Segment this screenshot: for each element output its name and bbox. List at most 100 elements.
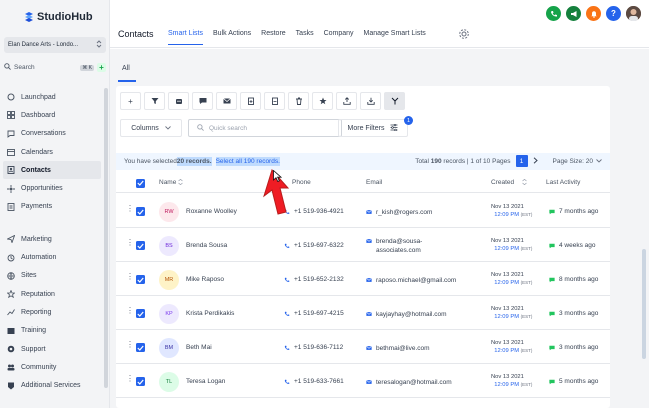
contact-name[interactable]: Beth Mai [186, 344, 212, 351]
help-icon[interactable]: ? [606, 6, 621, 21]
table-row[interactable]: ⋮ BS Brenda Sousa +1 519-697-6322 brenda@sou… [116, 228, 610, 262]
tag-add-button[interactable] [240, 92, 261, 110]
avatar[interactable]: BM [159, 338, 179, 358]
row-checkbox[interactable] [136, 275, 145, 284]
row-checkbox[interactable] [136, 377, 145, 386]
column-header-phone[interactable]: Phone [292, 179, 311, 186]
contact-email[interactable]: kayjayhay@hotmail.com [366, 310, 447, 319]
sidebar-item-training[interactable]: Training [0, 322, 104, 340]
gear-icon[interactable] [458, 28, 470, 40]
delete-button[interactable] [288, 92, 309, 110]
contact-email[interactable]: brenda@sousa-associates.com [366, 237, 422, 256]
avatar[interactable]: RW [159, 202, 179, 222]
tag-remove-button[interactable] [264, 92, 285, 110]
sidebar-item-launchpad[interactable]: Launchpad [0, 88, 104, 106]
contact-phone[interactable]: +1 519-697-6322 [284, 242, 344, 249]
contact-phone[interactable]: +1 519-636-7112 [284, 344, 343, 351]
list-tab-all[interactable]: All [122, 65, 130, 72]
sidebar-item-dashboard[interactable]: Dashboard [0, 106, 104, 124]
contact-email[interactable]: bethmai@live.com [366, 344, 430, 353]
sidebar-item-support[interactable]: Support [0, 340, 104, 358]
drag-handle-icon[interactable]: ⋮ [126, 205, 134, 213]
tab-smart-lists[interactable]: Smart Lists [168, 30, 204, 45]
account-switcher[interactable]: Elan Dance Arts - Londo... [4, 37, 106, 53]
drag-handle-icon[interactable]: ⋮ [126, 273, 134, 281]
sidebar-item-calendars[interactable]: Calendars [0, 143, 104, 161]
row-checkbox[interactable] [136, 343, 145, 352]
contact-phone[interactable]: +1 519-697-4215 [284, 310, 344, 317]
tab-company[interactable]: Company [324, 30, 354, 45]
column-header-last-activity[interactable]: Last Activity [546, 179, 580, 186]
merge-button[interactable] [384, 92, 405, 110]
sidebar-scrollbar[interactable] [104, 88, 108, 388]
sidebar-item-automation[interactable]: Automation [0, 248, 104, 266]
more-filters-button[interactable]: More Filters [338, 119, 408, 137]
sidebar-item-opportunities[interactable]: Opportunities [0, 179, 104, 197]
select-all-checkbox[interactable] [136, 178, 145, 188]
contact-name[interactable]: Mike Raposo [186, 276, 224, 283]
contact-name[interactable]: Teresa Logan [186, 378, 225, 385]
contact-phone[interactable]: +1 519-633-7661 [284, 378, 344, 385]
contact-email[interactable]: r_kish@rogers.com [366, 208, 432, 217]
sidebar-item-reporting[interactable]: Reporting [0, 303, 104, 321]
avatar[interactable]: BS [159, 236, 179, 256]
automation-button[interactable] [168, 92, 189, 110]
page-1-button[interactable]: 1 [515, 155, 528, 167]
column-header-email[interactable]: Email [366, 179, 382, 186]
tab-restore[interactable]: Restore [261, 30, 286, 45]
contact-name[interactable]: Brenda Sousa [186, 242, 227, 249]
avatar[interactable]: KP [159, 304, 179, 324]
columns-dropdown[interactable]: Columns [120, 119, 182, 137]
sidebar-item-payments[interactable]: Payments [0, 198, 104, 216]
contact-name[interactable]: Roxanne Woolley [186, 208, 237, 215]
column-header-name[interactable]: Name [159, 179, 176, 186]
quick-search-input[interactable]: Quick search [188, 119, 342, 137]
tab-manage-smart-lists[interactable]: Manage Smart Lists [364, 30, 426, 45]
sidebar-item-additional-services[interactable]: Additional Services [0, 376, 104, 394]
drag-handle-icon[interactable]: ⋮ [126, 307, 134, 315]
table-row[interactable]: ⋮ BM Beth Mai +1 519-636-7112 bethmai@live.c… [116, 330, 610, 364]
drag-handle-icon[interactable]: ⋮ [126, 375, 134, 383]
add-contact-button[interactable]: + [120, 92, 141, 110]
sort-icon[interactable] [178, 178, 183, 187]
bell-icon[interactable] [586, 6, 601, 21]
sms-button[interactable] [192, 92, 213, 110]
contact-email[interactable]: raposo.michael@gmail.com [366, 276, 456, 285]
table-row[interactable]: ⋮ RW Roxanne Woolley +1 519-936-4921 r_kish@… [116, 194, 610, 228]
contact-phone[interactable]: +1 519-652-2132 [284, 276, 344, 283]
row-checkbox[interactable] [136, 207, 145, 216]
select-all-link[interactable]: Select all 190 records. [215, 157, 280, 166]
sidebar-item-community[interactable]: Community [0, 358, 104, 376]
avatar[interactable]: MR [159, 270, 179, 290]
megaphone-icon[interactable] [566, 6, 581, 21]
drag-handle-icon[interactable]: ⋮ [126, 341, 134, 349]
sidebar-item-reputation[interactable]: Reputation [0, 285, 104, 303]
drag-handle-icon[interactable]: ⋮ [126, 239, 134, 247]
sidebar-item-contacts[interactable]: Contacts [3, 161, 101, 180]
quick-add-button[interactable]: + [97, 63, 106, 72]
phone-icon[interactable] [546, 6, 561, 21]
contact-email[interactable]: teresalogan@hotmail.com [366, 378, 452, 387]
sidebar-search[interactable]: Search ⌘ K + [4, 61, 106, 74]
sort-icon[interactable] [522, 178, 527, 187]
main-scrollbar[interactable] [642, 249, 646, 359]
row-checkbox[interactable] [136, 309, 145, 318]
chevron-right-icon[interactable] [533, 156, 538, 166]
import-button[interactable] [360, 92, 381, 110]
sidebar-item-conversations[interactable]: Conversations [0, 125, 104, 143]
avatar[interactable]: TL [159, 372, 179, 392]
tab-tasks[interactable]: Tasks [296, 30, 314, 45]
page-size-select[interactable]: Page Size: 20 [553, 158, 602, 165]
tab-bulk-actions[interactable]: Bulk Actions [213, 30, 251, 45]
contact-name[interactable]: Krista Perdikakis [186, 310, 234, 317]
brand-logo[interactable]: StudioHub [24, 11, 93, 23]
export-button[interactable] [336, 92, 357, 110]
row-checkbox[interactable] [136, 241, 145, 250]
column-header-created[interactable]: Created [491, 179, 514, 186]
review-request-button[interactable] [312, 92, 333, 110]
table-row[interactable]: ⋮ TL Teresa Logan +1 519-633-7661 teresaloga… [116, 364, 610, 398]
table-row[interactable]: ⋮ KP Krista Perdikakis +1 519-697-4215 kayja… [116, 296, 610, 330]
user-avatar[interactable] [626, 6, 641, 21]
filter-button[interactable] [144, 92, 165, 110]
sidebar-item-sites[interactable]: Sites [0, 267, 104, 285]
